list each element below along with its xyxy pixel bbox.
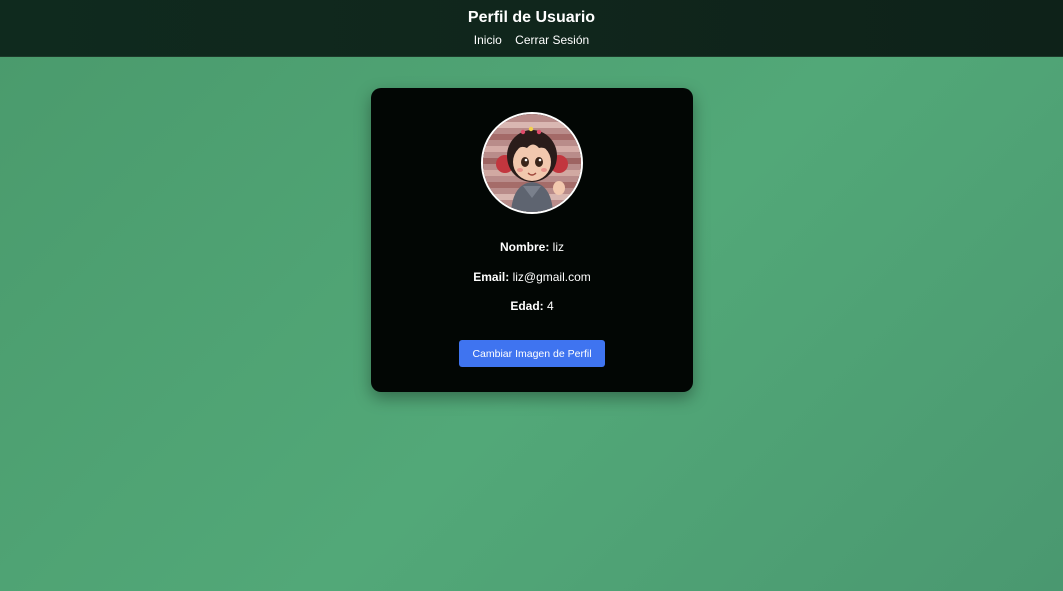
name-label: Nombre:	[499, 240, 550, 254]
email-row: Email: liz@gmail.com	[371, 270, 693, 284]
top-header: Perfil de Usuario Inicio Cerrar Sesión	[0, 0, 1063, 57]
age-value: 4	[547, 299, 554, 313]
age-label: Edad:	[510, 299, 544, 313]
profile-photo-icon	[483, 114, 581, 212]
age-row: Edad: 4	[371, 299, 693, 313]
top-nav: Inicio Cerrar Sesión	[0, 32, 1063, 48]
profile-card: Nombre: liz Email: liz@gmail.com Edad: 4…	[371, 88, 693, 392]
nav-logout-link[interactable]: Cerrar Sesión	[515, 33, 589, 47]
name-row: Nombre: liz	[371, 240, 693, 254]
page-title: Perfil de Usuario	[467, 9, 596, 26]
nav-home-link[interactable]: Inicio	[474, 33, 502, 47]
change-profile-image-button[interactable]: Cambiar Imagen de Perfil	[459, 340, 605, 367]
email-label: Email:	[473, 270, 510, 284]
avatar	[481, 112, 583, 214]
name-value: liz	[552, 240, 565, 254]
email-value: liz@gmail.com	[512, 270, 591, 284]
